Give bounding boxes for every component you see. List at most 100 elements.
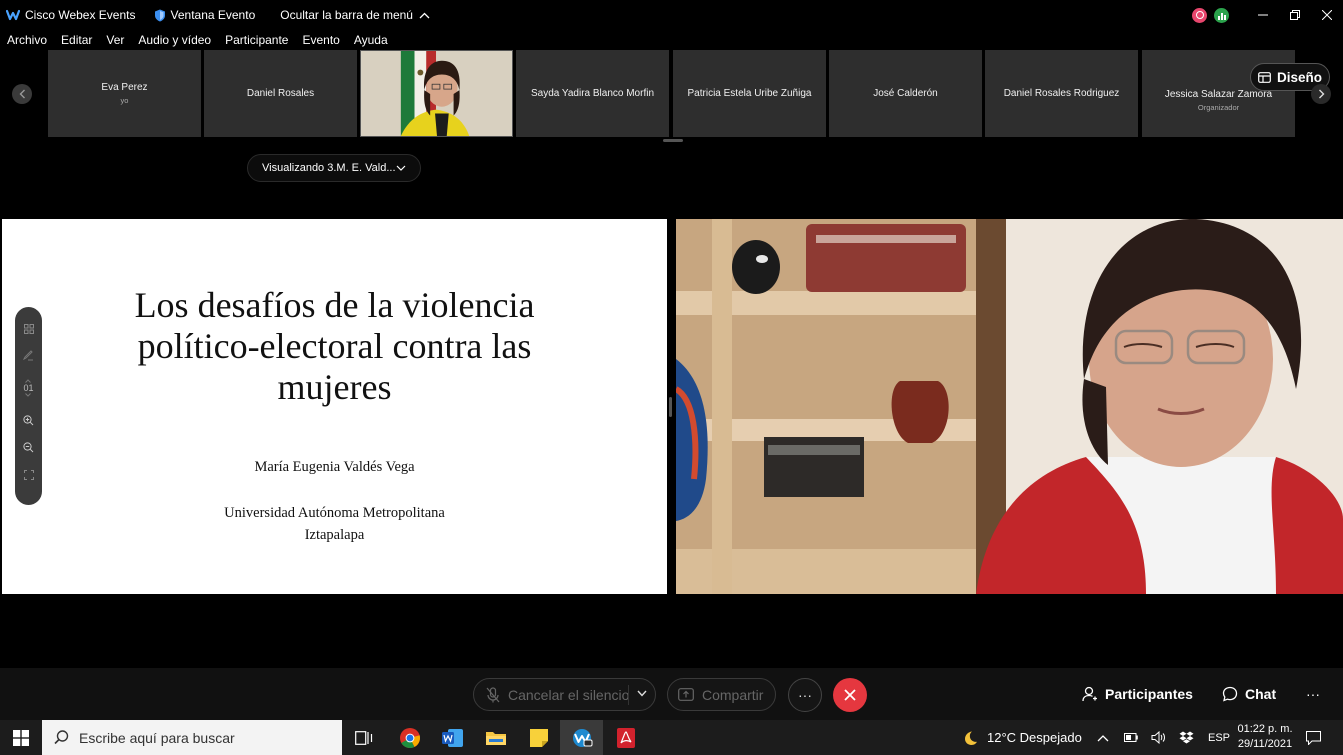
fullscreen-button[interactable] (15, 461, 42, 488)
task-view-button[interactable] (342, 720, 385, 755)
volume-control[interactable] (1151, 720, 1166, 755)
strip-resize-handle[interactable] (663, 139, 683, 142)
shared-slide: Los desafíos de la violencia político-el… (2, 219, 667, 594)
unmute-button[interactable]: Cancelar el silencio (473, 678, 656, 711)
viewing-selector[interactable]: Visualizando 3.M. E. Vald... (247, 154, 421, 182)
word-icon (441, 728, 463, 747)
participant-tile[interactable]: Daniel Rosales Rodriguez (985, 50, 1138, 137)
menu-ayuda[interactable]: Ayuda (354, 33, 388, 47)
weather-widget[interactable]: 12°C Despejado (962, 720, 1082, 755)
taskbar-chrome[interactable] (388, 720, 431, 755)
leave-meeting-button[interactable] (833, 678, 867, 712)
participant-tile[interactable]: Eva Perez yo (48, 50, 201, 137)
active-speaker-video[interactable] (676, 219, 1343, 594)
chevron-down-icon[interactable] (637, 690, 647, 697)
start-button[interactable] (0, 720, 42, 755)
dropbox-tray[interactable] (1179, 720, 1194, 755)
strip-prev-button[interactable] (12, 84, 32, 104)
close-window-button[interactable] (1313, 0, 1341, 30)
zoom-out-button[interactable] (15, 434, 42, 461)
participants-button[interactable]: Participantes (1082, 686, 1193, 702)
folder-icon (485, 731, 506, 745)
app-title: Cisco Webex Events (6, 8, 136, 22)
webex-logo-icon (6, 9, 20, 21)
menu-participante[interactable]: Participante (225, 33, 288, 47)
clock-time: 01:22 p. m. (1237, 723, 1293, 735)
chrome-icon (399, 727, 420, 748)
participant-tile[interactable]: José Calderón (829, 50, 982, 137)
meeting-controls: Cancelar el silencio Compartir ··· Parti… (0, 668, 1343, 720)
menu-editar[interactable]: Editar (61, 33, 92, 47)
slide-toolbar: 01 (15, 307, 42, 505)
zoom-in-icon (23, 415, 34, 426)
speaker-video-feed (676, 219, 1343, 594)
input-language[interactable]: ESP (1208, 720, 1230, 755)
menu-ver[interactable]: Ver (106, 33, 124, 47)
menu-archivo[interactable]: Archivo (7, 33, 47, 47)
more-options-label: ··· (798, 687, 812, 703)
restore-icon (1290, 10, 1300, 20)
more-options-button[interactable]: ··· (788, 678, 822, 712)
annotate-button[interactable] (15, 342, 42, 369)
page-indicator[interactable]: 01 (23, 369, 34, 407)
grid-icon (23, 323, 34, 334)
audio-level-icon[interactable] (1214, 7, 1229, 23)
title-bar: Cisco Webex Events Ventana Evento Oculta… (0, 0, 1343, 30)
search-placeholder: Escribe aquí para buscar (79, 729, 235, 746)
taskbar-word[interactable] (431, 720, 474, 755)
taskbar-sticky-notes[interactable] (517, 720, 560, 755)
participant-video-feed (361, 51, 512, 136)
share-icon (678, 688, 694, 701)
notifications-button[interactable] (1306, 720, 1321, 755)
dropbox-icon (1179, 731, 1194, 744)
menu-evento[interactable]: Evento (302, 33, 339, 47)
slide-title: Los desafíos de la violencia político-el… (134, 285, 535, 407)
zoom-in-button[interactable] (15, 407, 42, 434)
participant-video-tile[interactable] (360, 50, 513, 137)
taskbar-file-explorer[interactable] (474, 720, 517, 755)
strip-next-button[interactable] (1311, 84, 1331, 104)
tray-overflow-button[interactable] (1097, 720, 1109, 755)
participant-tile[interactable]: Patricia Estela Uribe Zuñiga (673, 50, 826, 137)
more-panels-label: ··· (1306, 686, 1320, 702)
more-panels-button[interactable]: ··· (1306, 686, 1320, 702)
panel-resize-handle[interactable] (669, 397, 672, 417)
window-controls (1192, 0, 1343, 30)
page-number: 01 (23, 383, 34, 393)
window-label-text: Ventana Evento (170, 8, 256, 22)
slide-author: María Eugenia Valdés Vega (254, 459, 415, 475)
participants-label: Participantes (1105, 686, 1193, 702)
language-label: ESP (1208, 731, 1231, 744)
participant-strip: Eva Perez yo Daniel Rosales Sayda Yadira… (0, 50, 1343, 138)
restore-button[interactable] (1281, 0, 1309, 30)
participant-name: José Calderón (873, 88, 938, 99)
share-button[interactable]: Compartir (667, 678, 776, 711)
battery-status[interactable] (1124, 720, 1138, 755)
minimize-button[interactable] (1249, 0, 1277, 30)
recording-icon[interactable] (1192, 7, 1207, 23)
participant-tile[interactable]: Daniel Rosales (204, 50, 357, 137)
chevron-up-icon (1097, 734, 1109, 741)
participant-name: Daniel Rosales (246, 88, 315, 99)
menu-bar: Archivo Editar Ver Audio y vídeo Partici… (0, 30, 1343, 50)
participant-name: Jessica Salazar Zamora (1164, 89, 1273, 100)
divider (628, 685, 629, 705)
taskbar-acrobat[interactable] (604, 720, 647, 755)
thumbnails-button[interactable] (15, 315, 42, 342)
person-icon (1082, 686, 1097, 702)
hide-menu-button[interactable]: Ocultar la barra de menú (280, 8, 430, 22)
microphone-muted-icon (486, 686, 500, 702)
minimize-icon (1258, 14, 1268, 16)
viewing-label: Visualizando 3.M. E. Vald... (262, 162, 396, 174)
taskbar-webex[interactable] (560, 720, 603, 755)
taskbar-search-box[interactable]: Escribe aquí para buscar (42, 720, 342, 755)
menu-audio-video[interactable]: Audio y vídeo (138, 33, 211, 47)
weather-text: 12°C Despejado (987, 730, 1082, 745)
chat-button[interactable]: Chat (1222, 686, 1276, 702)
taskbar-clock[interactable]: 01:22 p. m. 29/11/2021 (1232, 722, 1298, 752)
window-label: Ventana Evento (154, 8, 256, 22)
slide-institution-line1: Universidad Autónoma Metropolitana (224, 505, 445, 521)
participant-tile[interactable]: Sayda Yadira Blanco Morfin (516, 50, 669, 137)
close-icon (844, 689, 856, 701)
participant-name: Sayda Yadira Blanco Morfin (530, 88, 655, 99)
